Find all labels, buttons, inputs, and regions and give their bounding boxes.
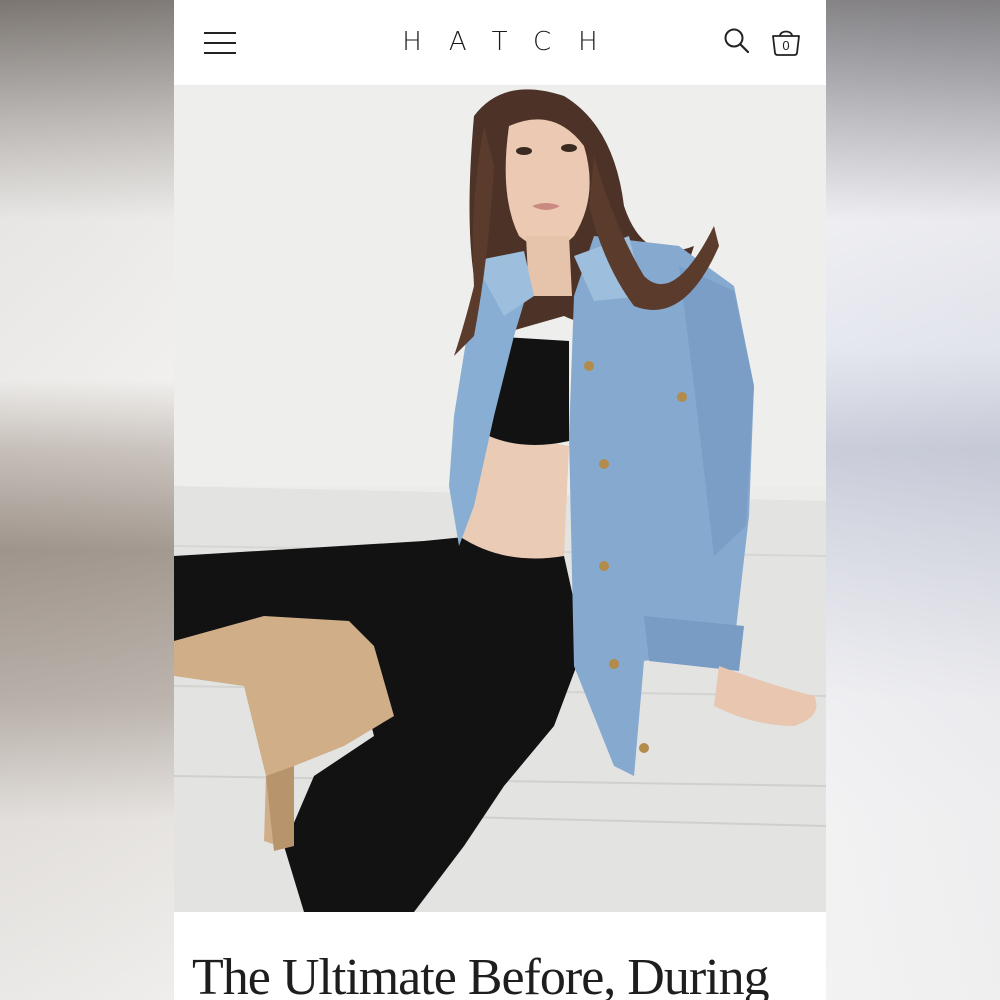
site-header: HATCH 0 (174, 0, 826, 86)
mobile-page: HATCH 0 The Ultimate Before, During (174, 0, 826, 1000)
search-icon[interactable] (723, 27, 751, 55)
hero-image[interactable] (174, 86, 826, 912)
shopping-bag-icon[interactable]: 0 (770, 26, 802, 58)
brand-logo[interactable]: HATCH (370, 24, 630, 60)
hamburger-menu-icon[interactable] (204, 32, 236, 54)
article-headline: The Ultimate Before, During (192, 949, 770, 1000)
blurred-background-right (826, 0, 1000, 1000)
blurred-background-left (0, 0, 174, 1000)
cart-count: 0 (782, 38, 790, 53)
